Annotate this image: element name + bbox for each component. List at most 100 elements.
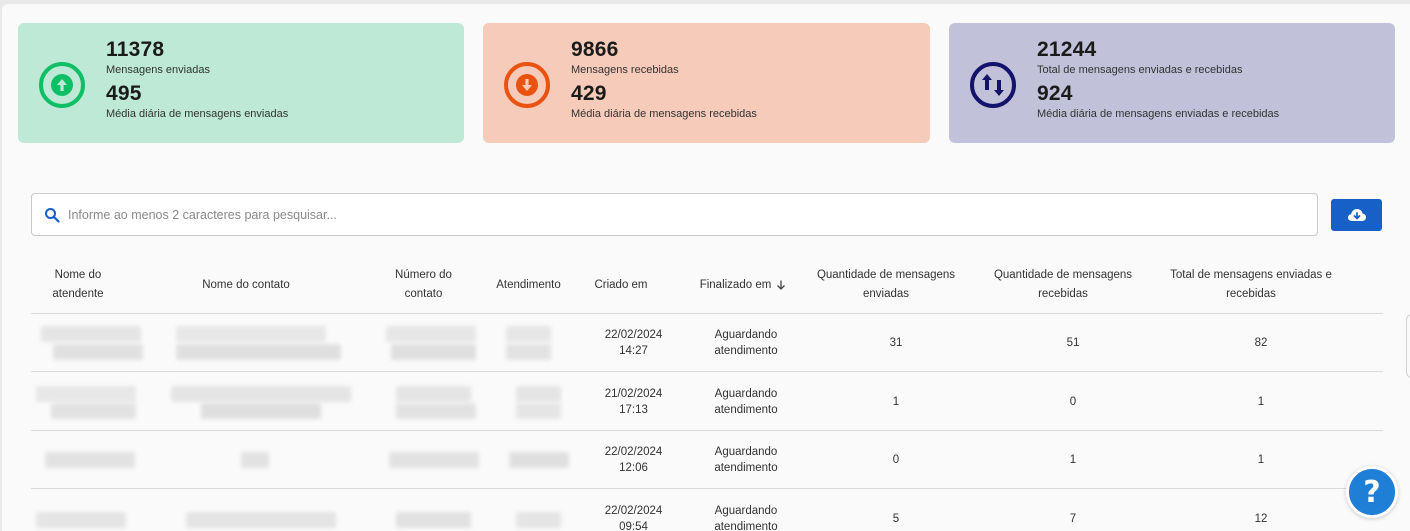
cell-created: 22/02/2024 09:54 <box>586 490 681 531</box>
redacted-contact-name <box>241 452 269 468</box>
cell-sent-qty: 0 <box>892 454 900 466</box>
redacted-contact-number <box>396 403 476 419</box>
received-daily: 429 <box>571 82 607 105</box>
side-panel-handle[interactable] <box>1406 314 1410 378</box>
table-row[interactable]: 21/02/2024 17:13 Aguardando atendimento 1 … <box>31 373 1383 431</box>
received-total: 9866 <box>571 38 619 61</box>
arrow-down-circle-icon <box>504 62 550 108</box>
download-button[interactable] <box>1331 199 1382 231</box>
redacted-attendant <box>36 512 126 528</box>
redacted-service <box>516 386 561 402</box>
table-row[interactable]: 22/02/2024 14:27 Aguardando atendimento 31… <box>31 314 1383 372</box>
finished-status-line2: atendimento <box>714 345 778 357</box>
created-time: 14:27 <box>619 345 648 357</box>
cell-total-qty: 12 <box>1254 513 1268 525</box>
help-icon: ? <box>1363 474 1381 510</box>
cell-created: 22/02/2024 14:27 <box>586 314 681 372</box>
redacted-contact-number <box>396 386 471 402</box>
redacted-contact-number <box>389 452 479 468</box>
finished-status-line2: atendimento <box>714 462 778 474</box>
redacted-contact-name <box>201 403 321 419</box>
combined-daily-label: Média diária de mensagens enviadas e rec… <box>1037 108 1280 120</box>
stat-card-received: 9866 Mensagens recebidas 429 Média diári… <box>483 23 930 143</box>
created-date: 22/02/2024 <box>604 329 663 341</box>
column-header-created[interactable]: Criado em <box>586 256 656 314</box>
page: 11378 Mensagens enviadas 495 Média diári… <box>2 4 1410 531</box>
table-row[interactable]: 22/02/2024 12:06 Aguardando atendimento 0 … <box>31 431 1383 489</box>
redacted-contact-number <box>386 326 476 342</box>
redacted-service <box>516 403 561 419</box>
redacted-contact-name <box>186 512 336 528</box>
column-header-contact-name[interactable]: Nome do contato <box>171 256 321 314</box>
redacted-contact-number <box>396 512 471 528</box>
column-header-received-qty[interactable]: Quantidade de mensagens recebidas <box>988 256 1138 314</box>
cell-received-qty: 1 <box>1069 454 1077 466</box>
stat-card-combined: 21244 Total de mensagens enviadas e rece… <box>949 23 1395 143</box>
redacted-attendant <box>36 386 136 402</box>
column-header-contact-number[interactable]: Número do contato <box>386 256 461 314</box>
stat-card-sent: 11378 Mensagens enviadas 495 Média diári… <box>18 23 464 143</box>
created-time: 12:06 <box>619 462 648 474</box>
redacted-contact-name <box>171 386 351 402</box>
arrow-down-icon <box>777 280 786 290</box>
column-header-total-qty[interactable]: Total de mensagens enviadas e recebidas <box>1161 256 1341 314</box>
redacted-contact-number <box>391 344 476 360</box>
column-header-sent-qty[interactable]: Quantidade de mensagens enviadas <box>811 256 961 314</box>
search-box <box>31 193 1318 236</box>
help-button[interactable]: ? <box>1346 466 1398 518</box>
finished-status-line1: Aguardando <box>714 388 778 400</box>
cell-sent-qty: 31 <box>889 337 903 349</box>
cloud-download-icon <box>1347 209 1366 221</box>
cell-sent-qty: 1 <box>892 396 900 408</box>
combined-total-label: Total de mensagens enviadas e recebidas <box>1037 64 1243 76</box>
finished-status-line1: Aguardando <box>714 329 778 341</box>
sent-total: 11378 <box>106 38 165 61</box>
arrow-up-circle-icon <box>39 62 85 108</box>
redacted-attendant <box>45 452 135 468</box>
redacted-attendant <box>51 403 136 419</box>
combined-total: 21244 <box>1037 38 1097 61</box>
redacted-contact-name <box>176 344 341 360</box>
cell-total-qty: 82 <box>1254 337 1268 349</box>
redacted-service <box>506 344 551 360</box>
sent-daily: 495 <box>106 82 142 105</box>
swap-vertical-circle-icon <box>970 62 1016 108</box>
cell-finished: Aguardando atendimento <box>696 373 796 431</box>
column-header-attendant[interactable]: Nome do atendente <box>33 256 123 314</box>
cell-received-qty: 7 <box>1069 513 1077 525</box>
finished-status-line2: atendimento <box>714 404 778 416</box>
created-date: 22/02/2024 <box>604 505 663 517</box>
cell-total-qty: 1 <box>1257 396 1265 408</box>
finished-status-line1: Aguardando <box>714 446 778 458</box>
redacted-service <box>509 452 569 468</box>
sent-total-label: Mensagens enviadas <box>106 64 210 76</box>
cell-created: 21/02/2024 17:13 <box>586 373 681 431</box>
created-time: 09:54 <box>619 521 648 531</box>
created-date: 21/02/2024 <box>604 388 663 400</box>
column-header-finished-label: Finalizado em <box>699 278 772 291</box>
created-time: 17:13 <box>619 404 648 416</box>
received-total-label: Mensagens recebidas <box>571 64 679 76</box>
cell-created: 22/02/2024 12:06 <box>586 431 681 489</box>
finished-status-line1: Aguardando <box>714 505 778 517</box>
table-row[interactable]: 22/02/2024 09:54 Aguardando atendimento 5 … <box>31 490 1383 531</box>
cell-finished: Aguardando atendimento <box>696 314 796 372</box>
cell-finished: Aguardando atendimento <box>696 431 796 489</box>
column-header-service[interactable]: Atendimento <box>486 256 571 314</box>
received-daily-label: Média diária de mensagens recebidas <box>571 108 757 120</box>
cell-total-qty: 1 <box>1257 454 1265 466</box>
created-date: 22/02/2024 <box>604 446 663 458</box>
finished-status-line2: atendimento <box>714 521 778 531</box>
cell-finished: Aguardando atendimento <box>696 490 796 531</box>
search-icon <box>45 208 60 223</box>
column-header-finished[interactable]: Finalizado em <box>691 256 796 314</box>
search-input[interactable] <box>68 194 1308 235</box>
cell-received-qty: 0 <box>1069 396 1077 408</box>
redacted-contact-name <box>176 326 326 342</box>
redacted-attendant <box>41 326 141 342</box>
cell-received-qty: 51 <box>1066 337 1080 349</box>
sent-daily-label: Média diária de mensagens enviadas <box>106 108 289 120</box>
table-header: Nome do atendente Nome do contato Número… <box>31 256 1383 314</box>
redacted-attendant <box>53 344 143 360</box>
combined-daily: 924 <box>1037 82 1073 105</box>
